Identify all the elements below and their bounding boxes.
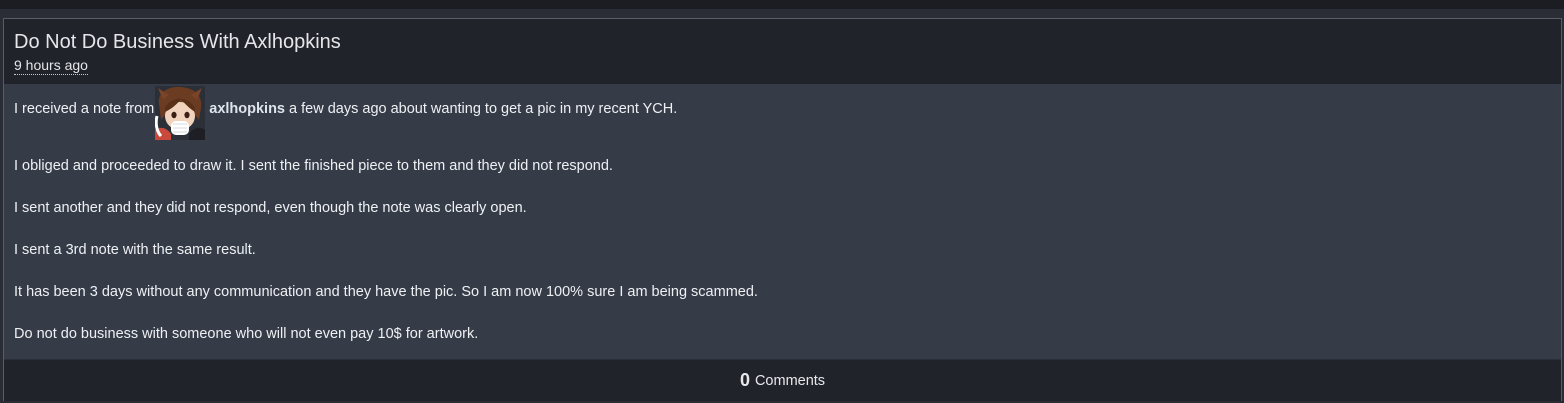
body-paragraph: I sent another and they did not respond,… [14,200,527,216]
journal-card: Do Not Do Business With Axlhopkins 9 hou… [3,18,1562,401]
comment-count: 0 [739,370,750,390]
top-bar [0,0,1564,9]
post-timestamp[interactable]: 9 hours ago [14,57,88,75]
comments-label: Comments [754,372,826,389]
user-avatar-icon[interactable] [154,86,206,140]
journal-body: I received a note from axlhopkins a few … [4,84,1561,359]
body-paragraph: I sent a 3rd note with the same result. [14,242,256,258]
username-link[interactable]: axlhopkins [209,101,285,117]
intro-paragraph: I received a note from axlhopkins a few … [14,84,1551,156]
journal-title[interactable]: Do Not Do Business With Axlhopkins [14,19,1561,54]
body-paragraph: It has been 3 days without any communica… [14,284,758,300]
intro-text-after: a few days ago about wanting to get a pi… [289,101,678,117]
body-paragraph: I obliged and proceeded to draw it. I se… [14,158,613,174]
intro-text-before: I received a note from [14,101,155,117]
journal-header: Do Not Do Business With Axlhopkins 9 hou… [4,19,1561,84]
comments-link[interactable]: 0 Comments [4,359,1561,401]
